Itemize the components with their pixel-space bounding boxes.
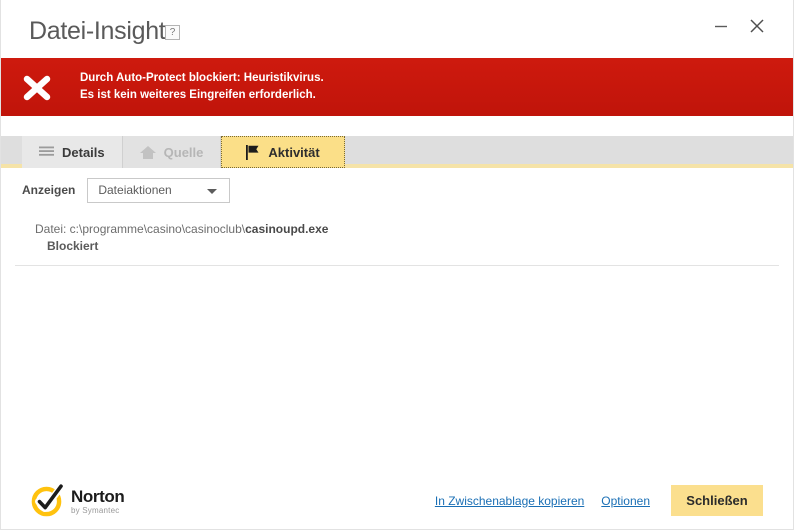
file-insight-window: Datei-Insight ? Durch Auto-Protect block… <box>0 0 794 530</box>
tab-quelle-label: Quelle <box>163 144 204 160</box>
page-title: Datei-Insight <box>29 17 166 45</box>
activity-filter-value: Dateiaktionen <box>98 183 172 197</box>
brand-name: Norton <box>71 486 125 506</box>
tab-bar: Details Quelle Aktivität <box>1 136 793 168</box>
window-controls <box>707 12 771 40</box>
list-item: Datei: c:\programme\casino\casinoclub\ca… <box>15 220 779 266</box>
norton-logo: Norton by Symantec <box>31 482 125 517</box>
alert-line-1: Durch Auto-Protect blockiert: Heuristikv… <box>80 72 324 84</box>
list-lines-icon <box>39 146 54 158</box>
tab-aktivitaet[interactable]: Aktivität <box>221 136 345 168</box>
tab-aktivitaet-label: Aktivität <box>268 144 320 160</box>
activity-filter-select[interactable]: Dateiaktionen <box>87 177 231 203</box>
alert-line-2: Es ist kein weiteres Eingreifen erforder… <box>80 89 316 101</box>
x-mark-icon <box>20 73 54 103</box>
copy-to-clipboard-link[interactable]: In Zwischenablage kopieren <box>435 494 584 508</box>
filter-row: Anzeigen Dateiaktionen <box>1 168 793 212</box>
chevron-down-icon <box>207 188 218 194</box>
status-badge: Blockiert <box>47 239 99 253</box>
options-link[interactable]: Optionen <box>601 494 650 508</box>
flag-icon <box>246 144 260 160</box>
entry-file-name: casinoupd.exe <box>245 222 329 236</box>
entry-file-path: Datei: c:\programme\casino\casinoclub\ca… <box>35 220 779 238</box>
tab-details[interactable]: Details <box>22 136 123 168</box>
close-button[interactable]: Schließen <box>671 485 763 516</box>
threat-alert-banner: Durch Auto-Protect blockiert: Heuristikv… <box>1 58 793 116</box>
norton-checkmark-icon <box>31 482 66 517</box>
activity-list: Datei: c:\programme\casino\casinoclub\ca… <box>1 212 793 464</box>
alert-message: Durch Auto-Protect blockiert: Heuristikv… <box>80 70 324 104</box>
close-icon[interactable] <box>743 12 771 40</box>
minimize-button[interactable] <box>707 12 735 40</box>
tab-quelle[interactable]: Quelle <box>122 136 222 168</box>
tab-details-label: Details <box>62 144 105 160</box>
footer-bar: Norton by Symantec In Zwischenablage kop… <box>1 471 793 529</box>
filter-label: Anzeigen <box>22 183 76 197</box>
help-icon[interactable]: ? <box>165 25 180 40</box>
entry-path-prefix: Datei: c:\programme\casino\casinoclub\ <box>35 222 246 236</box>
footer-actions: In Zwischenablage kopieren Optionen Schl… <box>435 485 763 516</box>
home-icon <box>139 145 156 159</box>
title-bar: Datei-Insight ? <box>1 0 793 58</box>
brand-subtitle: by Symantec <box>71 505 120 515</box>
